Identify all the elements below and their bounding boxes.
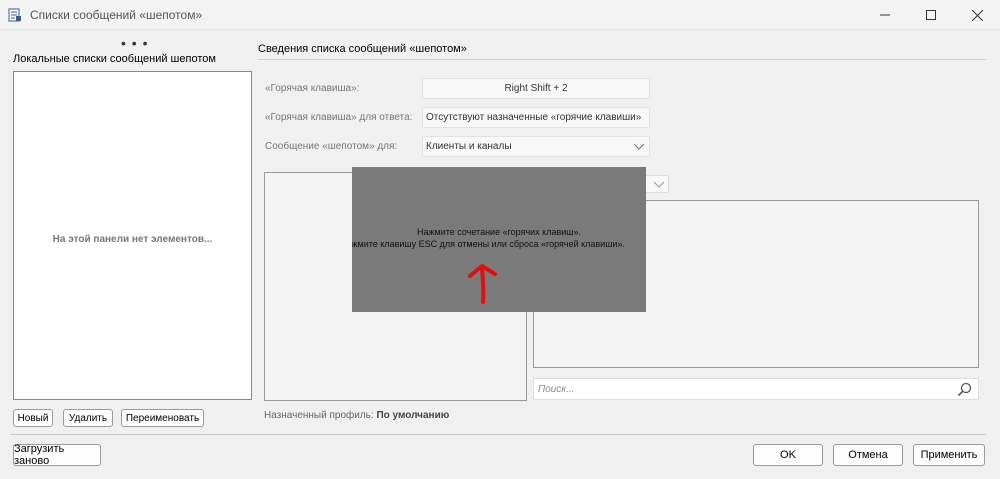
annotation-arrow-icon (468, 264, 497, 304)
footer-divider (10, 434, 986, 435)
search-placeholder: Поиск... (538, 384, 575, 395)
search-input[interactable]: Поиск... (533, 378, 979, 400)
local-lists-heading: Локальные списки сообщений шепотом (13, 53, 216, 65)
assigned-profile: Назначенный профиль: По умолчанию (264, 410, 449, 421)
ok-button[interactable]: OK (753, 444, 823, 466)
chevron-down-icon (634, 143, 644, 150)
local-whisper-lists[interactable]: На этой панели нет элементов... (13, 71, 252, 400)
minimize-icon (880, 14, 890, 16)
rename-list-button[interactable]: Переименовать (121, 409, 204, 427)
whisper-for-label: Сообщение «шепотом» для: (265, 141, 398, 152)
reply-hotkey-label: «Горячая клавиша» для ответа: (265, 112, 413, 123)
hotkey-field[interactable]: Right Shift + 2 (422, 78, 650, 99)
panel-grip-handle[interactable]: • • • (121, 36, 148, 50)
overlay-escape-hint: Нажмите клавишу ESC для отмены или сброс… (352, 239, 625, 249)
new-list-button[interactable]: Новый (13, 409, 53, 427)
whisper-for-dropdown[interactable]: Клиенты и каналы (422, 136, 650, 157)
list-details-heading: Сведения списка сообщений «шепотом» (258, 43, 467, 55)
close-icon (971, 9, 983, 21)
cancel-button[interactable]: Отмена (833, 444, 903, 466)
overlay-instruction: Нажмите сочетание «горячих клавиш». (416, 227, 582, 237)
window-title: Списки сообщений «шепотом» (30, 8, 203, 22)
profile-value: По умолчанию (376, 410, 450, 421)
empty-list-message: На этой панели нет элементов... (52, 234, 213, 245)
search-icon (957, 382, 972, 397)
title-bar: Списки сообщений «шепотом» (0, 0, 1000, 30)
delete-list-button[interactable]: Удалить (63, 409, 113, 427)
profile-label: Назначенный профиль: (264, 410, 374, 421)
chevron-down-icon (654, 181, 664, 188)
apply-button[interactable]: Применить (913, 444, 985, 466)
reply-hotkey-field[interactable]: Отсутствуют назначенные «горячие клавиши… (422, 107, 650, 128)
minimize-button[interactable] (862, 0, 908, 30)
app-list-icon (8, 8, 22, 22)
hotkey-label: «Горячая клавиша»: (265, 83, 360, 94)
maximize-icon (926, 10, 936, 20)
heading-divider (258, 59, 986, 60)
maximize-button[interactable] (908, 0, 954, 30)
close-button[interactable] (954, 0, 1000, 30)
whisper-for-value: Клиенты и каналы (426, 141, 512, 152)
reload-button[interactable]: Загрузить заново (13, 443, 101, 467)
target-filter-dropdown[interactable] (644, 175, 669, 193)
